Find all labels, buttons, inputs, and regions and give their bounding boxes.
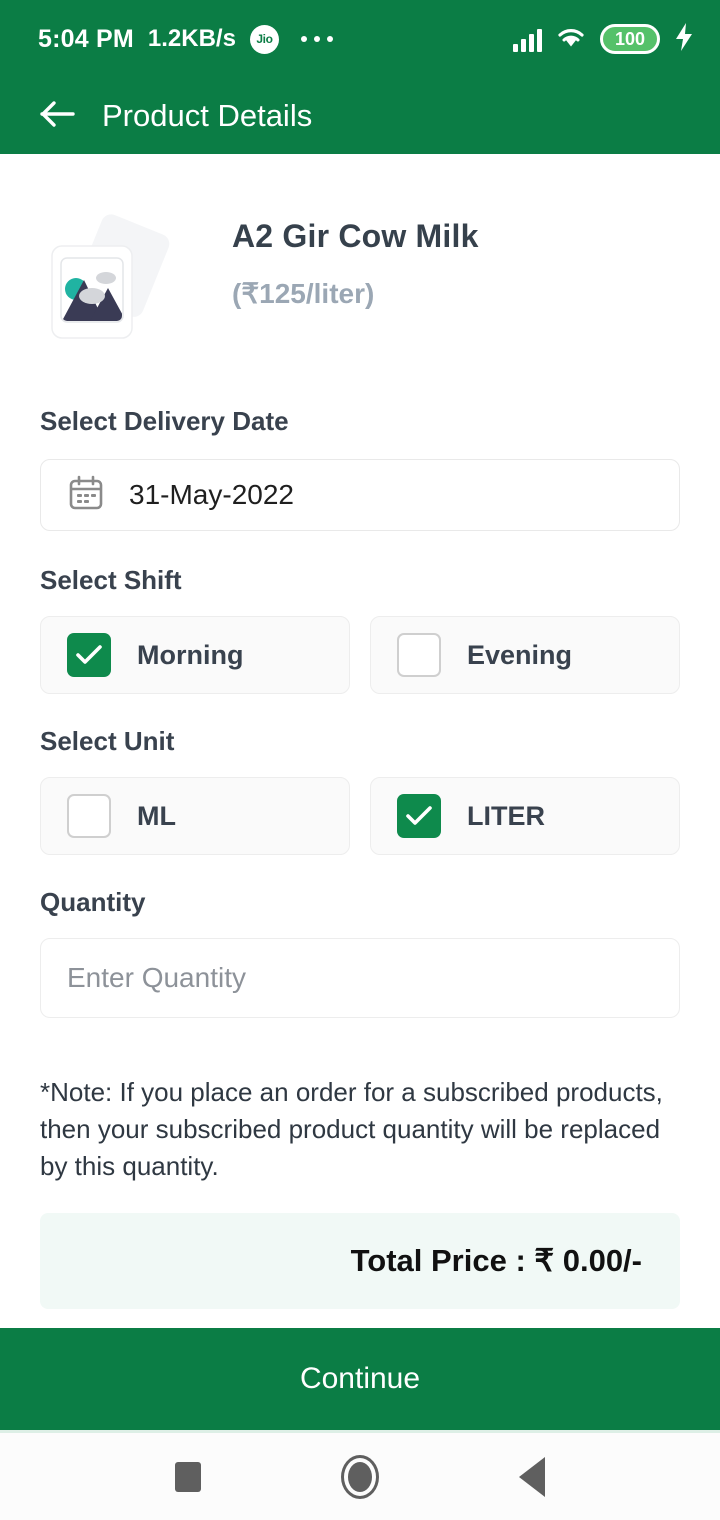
delivery-date-field[interactable]: 31-May-2022 bbox=[40, 459, 680, 531]
battery-level: 100 bbox=[614, 28, 646, 49]
continue-button[interactable]: Continue bbox=[0, 1328, 720, 1430]
quantity-input[interactable] bbox=[67, 962, 653, 994]
page-title: Product Details bbox=[102, 98, 313, 133]
back-triangle-icon[interactable] bbox=[519, 1456, 545, 1497]
checkbox-checked-icon[interactable] bbox=[67, 633, 111, 677]
calendar-icon bbox=[67, 474, 105, 517]
shift-label: Select Shift bbox=[40, 565, 182, 595]
product-text: A2 Gir Cow Milk (₹125/liter) bbox=[180, 192, 479, 310]
checkbox-unchecked-icon[interactable] bbox=[397, 633, 441, 677]
unit-options: ML LITER bbox=[40, 777, 680, 855]
unit-option-liter[interactable]: LITER bbox=[370, 777, 680, 855]
network-speed: 1.2KB/s bbox=[147, 25, 236, 52]
lightning-bolt-icon bbox=[674, 22, 694, 56]
recents-square-icon[interactable] bbox=[175, 1461, 201, 1492]
main-content: A2 Gir Cow Milk (₹125/liter) Select Deli… bbox=[0, 154, 720, 1309]
shift-option-morning[interactable]: Morning bbox=[40, 616, 350, 694]
unit-option-label: LITER bbox=[467, 800, 545, 831]
product-name: A2 Gir Cow Milk bbox=[232, 218, 479, 254]
quantity-section: Quantity bbox=[40, 887, 680, 1018]
total-price-card: Total Price : ₹ 0.00/- bbox=[40, 1212, 680, 1309]
wifi-icon bbox=[556, 24, 586, 55]
product-price: (₹125/liter) bbox=[232, 278, 375, 309]
shift-option-evening[interactable]: Evening bbox=[370, 616, 680, 694]
app-bar: Product Details bbox=[0, 78, 720, 154]
checkbox-checked-icon[interactable] bbox=[397, 794, 441, 838]
delivery-date-label: Select Delivery Date bbox=[40, 406, 289, 436]
product-header: A2 Gir Cow Milk (₹125/liter) bbox=[40, 154, 680, 406]
unit-label: Select Unit bbox=[40, 726, 175, 756]
status-bar-right: 100 bbox=[513, 22, 694, 56]
battery-icon: 100 bbox=[600, 24, 660, 54]
unit-section: Select Unit ML LITER bbox=[40, 726, 680, 855]
shift-section: Select Shift Morning Evening bbox=[40, 565, 680, 694]
carrier-jio-icon: Jio bbox=[249, 24, 279, 54]
note-text: *Note: If you place an order for a subsc… bbox=[40, 1077, 663, 1181]
home-circle-icon[interactable] bbox=[341, 1454, 379, 1499]
back-arrow-icon[interactable] bbox=[40, 100, 76, 133]
status-time: 5:04 PM bbox=[38, 24, 134, 53]
quantity-label: Quantity bbox=[40, 887, 146, 917]
status-bar: 5:04 PM 1.2KB/s Jio 100 bbox=[0, 0, 720, 78]
android-nav-bar bbox=[0, 1433, 720, 1520]
image-placeholder-icon bbox=[40, 204, 180, 344]
unit-option-ml[interactable]: ML bbox=[40, 777, 350, 855]
total-price-text: Total Price : ₹ 0.00/- bbox=[350, 1242, 642, 1278]
quantity-field[interactable] bbox=[40, 938, 680, 1018]
unit-option-label: ML bbox=[137, 800, 176, 831]
shift-option-label: Evening bbox=[467, 639, 573, 670]
more-dots-icon bbox=[300, 36, 333, 42]
checkbox-unchecked-icon[interactable] bbox=[67, 794, 111, 838]
shift-options: Morning Evening bbox=[40, 616, 680, 694]
shift-option-label: Morning bbox=[137, 639, 244, 670]
status-bar-left: 5:04 PM 1.2KB/s Jio bbox=[38, 24, 333, 54]
continue-button-label: Continue bbox=[299, 1362, 421, 1395]
delivery-date-value: 31-May-2022 bbox=[129, 479, 294, 510]
delivery-date-section: Select Delivery Date 31-May-2022 bbox=[40, 406, 680, 531]
signal-bars-icon bbox=[513, 26, 542, 52]
